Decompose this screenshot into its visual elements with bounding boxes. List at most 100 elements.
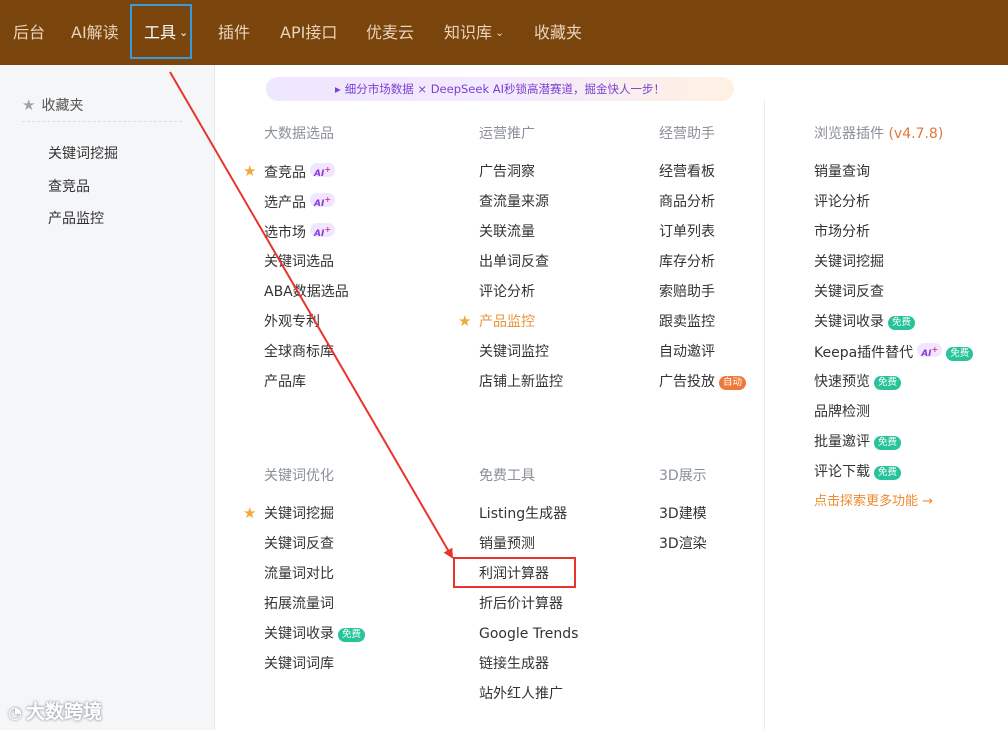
menu-item-sales-query[interactable]: 销量查询 (814, 163, 870, 181)
menu-item-discount-calculator[interactable]: 折后价计算器 (479, 595, 563, 613)
sidebar (0, 65, 215, 730)
watermark-text: 大数跨境 (25, 701, 102, 723)
sparkle-icon: + (324, 225, 332, 234)
menu-item-label: 广告投放 (659, 374, 715, 390)
sidebar-divider (22, 121, 182, 122)
section-title-promo: 运营推广 (479, 126, 535, 142)
megaphone-icon: ▸ (334, 82, 341, 96)
sparkle-icon: + (324, 165, 332, 174)
sidebar-item-competitor[interactable]: 查竞品 (48, 176, 90, 196)
menu-item-3d-modeling[interactable]: 3D建模 (659, 505, 707, 523)
section-title-bigdata: 大数据选品 (264, 126, 334, 142)
menu-item-select-market[interactable]: 选市场 AI+ (264, 223, 336, 242)
nav-item-knowledge[interactable]: 知识库 ⌄ (444, 0, 504, 65)
menu-item-review-download[interactable]: 评论下载 免费 (814, 463, 902, 481)
menu-item-3d-rendering[interactable]: 3D渲染 (659, 535, 707, 553)
menu-item-market-analysis[interactable]: 市场分析 (814, 223, 870, 241)
menu-item-product-monitor[interactable]: 产品监控 (479, 313, 535, 331)
menu-item-dashboard[interactable]: 经营看板 (659, 163, 715, 181)
nav-item-ai-insight[interactable]: AI解读 (71, 0, 119, 65)
free-badge: 免费 (874, 466, 902, 480)
menu-item-expand-traffic[interactable]: 拓展流量词 (264, 595, 334, 613)
menu-item-keyword-mining-plugin[interactable]: 关键词挖掘 (814, 253, 884, 271)
menu-item-keyword-library[interactable]: 关键词词库 (264, 655, 334, 673)
menu-item-review-analysis[interactable]: 评论分析 (479, 283, 535, 301)
menu-item-keyword-product[interactable]: 关键词选品 (264, 253, 334, 271)
menu-item-related-traffic[interactable]: 关联流量 (479, 223, 535, 241)
sidebar-heading-label: 收藏夹 (41, 98, 84, 114)
ai-badge: AI+ (917, 343, 943, 359)
menu-item-label: 查竞品 (264, 165, 306, 181)
menu-item-claims[interactable]: 索赔助手 (659, 283, 715, 301)
menu-item-design-patent[interactable]: 外观专利 (264, 313, 320, 331)
menu-item-link-generator[interactable]: 链接生成器 (479, 655, 549, 673)
free-badge: 免费 (874, 436, 902, 450)
menu-item-brand-check[interactable]: 品牌检测 (814, 403, 870, 421)
menu-item-store-new-monitor[interactable]: 店铺上新监控 (479, 373, 563, 391)
menu-item-keyword-index-plugin[interactable]: 关键词收录 免费 (814, 313, 916, 331)
watermark: ◔ 大数跨境 (8, 697, 102, 724)
menu-item-label: 快速预览 (814, 374, 870, 390)
free-badge: 免费 (338, 628, 366, 642)
explore-more-link[interactable]: 点击探索更多功能 → (814, 493, 933, 511)
star-icon: ★ (22, 96, 36, 114)
star-icon: ★ (243, 504, 257, 522)
menu-item-keepa-alt[interactable]: Keepa插件替代 AI+ 免费 (814, 343, 974, 362)
menu-item-goods-analysis[interactable]: 商品分析 (659, 193, 715, 211)
menu-item-select-product[interactable]: 选产品 AI+ (264, 193, 336, 212)
ai-badge-text: AI (314, 199, 325, 209)
menu-item-inventory[interactable]: 库存分析 (659, 253, 715, 271)
menu-item-auto-review[interactable]: 自动邀评 (659, 343, 715, 361)
menu-item-keyword-reverse-plugin[interactable]: 关键词反查 (814, 283, 884, 301)
menu-item-sales-forecast[interactable]: 销量预测 (479, 535, 535, 553)
star-icon: ★ (243, 162, 257, 180)
menu-item-google-trends[interactable]: Google Trends (479, 625, 578, 643)
menu-item-label: 关键词收录 (814, 314, 884, 330)
menu-item-label: 批量邀评 (814, 434, 870, 450)
menu-item-hijack-monitor[interactable]: 跟卖监控 (659, 313, 715, 331)
watermark-logo-icon: ◔ (8, 703, 22, 722)
section-title-3d: 3D展示 (659, 468, 707, 484)
sidebar-item-product-monitor[interactable]: 产品监控 (48, 208, 104, 228)
nav-item-youmaiyun[interactable]: 优麦云 (366, 0, 414, 65)
ai-badge: AI+ (310, 193, 336, 209)
sidebar-item-keyword-mining[interactable]: 关键词挖掘 (48, 143, 118, 163)
menu-item-order-keyword[interactable]: 出单词反查 (479, 253, 549, 271)
nav-item-api[interactable]: API接口 (280, 0, 337, 65)
menu-item-order-list[interactable]: 订单列表 (659, 223, 715, 241)
menu-item-quick-preview[interactable]: 快速预览 免费 (814, 373, 902, 391)
top-nav: 后台 AI解读 工具 ⌄ 插件 API接口 优麦云 知识库 ⌄ 收藏夹 (0, 0, 1008, 65)
menu-item-influencer-promo[interactable]: 站外红人推广 (479, 685, 563, 703)
menu-item-product-library[interactable]: 产品库 (264, 373, 306, 391)
tools-highlight-box (130, 4, 192, 59)
section-title-browser: 浏览器插件 (v4.7.8) (814, 123, 943, 143)
menu-item-traffic-compare[interactable]: 流量词对比 (264, 565, 334, 583)
menu-item-keyword-index[interactable]: 关键词收录 免费 (264, 625, 366, 643)
menu-item-label: 选产品 (264, 195, 306, 211)
ai-badge-text: AI (314, 229, 325, 239)
menu-item-review-analysis-plugin[interactable]: 评论分析 (814, 193, 870, 211)
profit-calculator-highlight-box (453, 557, 576, 588)
menu-item-trademark[interactable]: 全球商标库 (264, 343, 334, 361)
ai-badge: AI+ (310, 223, 336, 239)
nav-item-dashboard[interactable]: 后台 (13, 0, 45, 65)
menu-item-keyword-mining[interactable]: 关键词挖掘 (264, 505, 334, 523)
promo-banner[interactable]: ▸ 细分市场数据 × DeepSeek AI秒锁高潜赛道，掘金快人一步！ (266, 77, 734, 101)
menu-item-label: 评论下载 (814, 464, 870, 480)
menu-item-aba-data[interactable]: ABA数据选品 (264, 283, 349, 301)
menu-item-keyword-reverse[interactable]: 关键词反查 (264, 535, 334, 553)
nav-item-plugins[interactable]: 插件 (218, 0, 250, 65)
menu-item-label: Keepa插件替代 (814, 345, 914, 361)
menu-item-batch-review[interactable]: 批量邀评 免费 (814, 433, 902, 451)
star-icon: ★ (458, 312, 472, 330)
menu-item-listing-generator[interactable]: Listing生成器 (479, 505, 567, 523)
nav-item-favorites[interactable]: 收藏夹 (534, 0, 582, 65)
menu-item-competitor[interactable]: 查竞品 AI+ (264, 163, 336, 182)
section-title-label: 浏览器插件 (814, 126, 884, 142)
menu-item-ad-insight[interactable]: 广告洞察 (479, 163, 535, 181)
menu-item-keyword-monitor[interactable]: 关键词监控 (479, 343, 549, 361)
sidebar-heading: ★ 收藏夹 (22, 95, 83, 115)
nav-item-knowledge-label: 知识库 (444, 23, 493, 42)
menu-item-traffic-source[interactable]: 查流量来源 (479, 193, 549, 211)
menu-item-ad-placement[interactable]: 广告投放 自动 (659, 373, 747, 391)
